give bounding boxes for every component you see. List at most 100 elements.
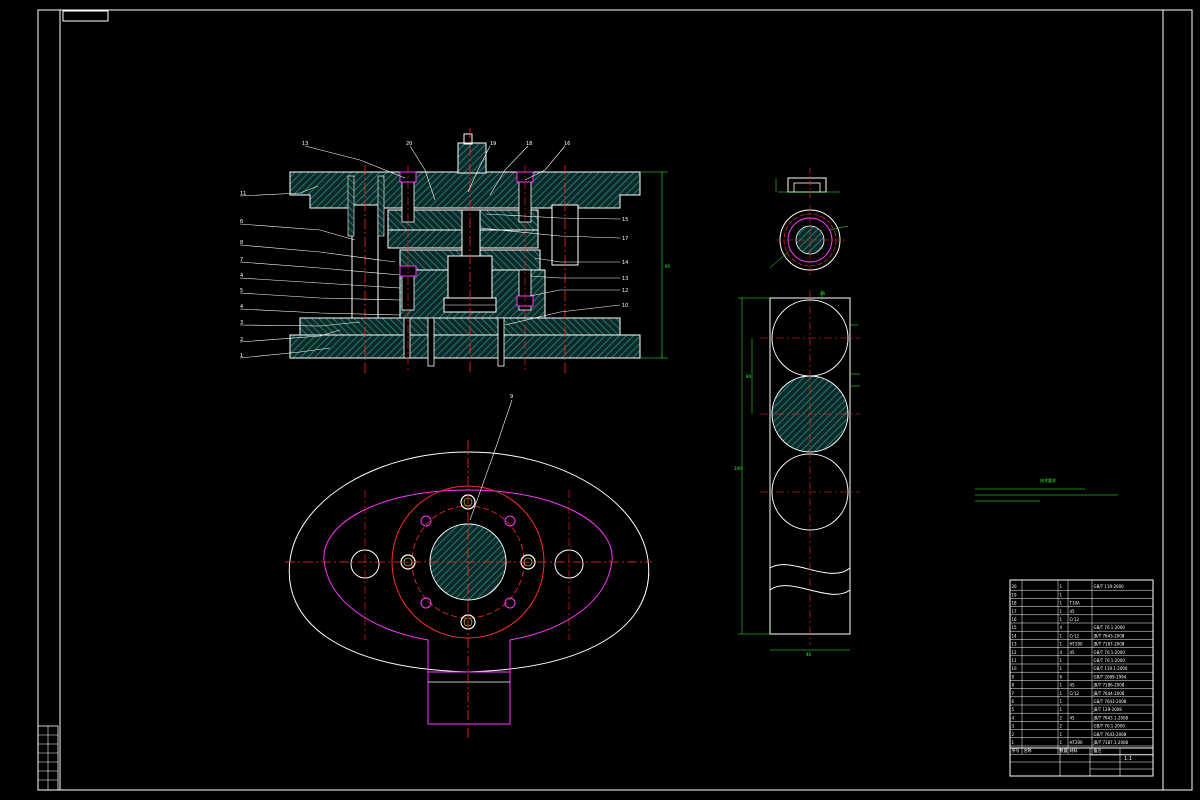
drawing-scale: 1:1 [1124, 756, 1132, 762]
bom-cell: 6 [1060, 674, 1063, 679]
leader-number: 20 [406, 141, 412, 147]
bom-cell: 45 [1070, 650, 1076, 655]
bom-cell: 1 [1060, 584, 1063, 589]
bom-cell: 19 [1012, 592, 1018, 597]
bom-cell: 18 [1012, 601, 1018, 606]
bom-cell: 11 [1012, 658, 1018, 663]
height-dimension: 95 [665, 264, 671, 269]
leader-number: 15 [622, 217, 628, 223]
leader-numbers-top: 13 20 19 18 16 [302, 141, 570, 147]
leader-number: 10 [622, 303, 628, 309]
plan-leader-number: 9 [510, 394, 513, 400]
bom-cell: 16 [1012, 617, 1018, 622]
bom-cell: 45 [1070, 609, 1076, 614]
cad-drawing-canvas[interactable]: 95 11 6 8 7 4 5 4 3 2 1 13 20 19 18 16 1… [0, 0, 1200, 800]
leader-number: 14 [622, 260, 628, 266]
plan-view[interactable]: 9 [285, 394, 652, 740]
bom-cell: JB/T 7187-2008 [1093, 642, 1125, 647]
bom-cell: 10 [1012, 666, 1018, 671]
bom-cell: JB/T 129-2008 [1093, 707, 1123, 712]
bom-cell: 2 [1012, 732, 1015, 737]
leader-number: 12 [622, 288, 628, 294]
bom-cell: 15 [1012, 625, 1018, 630]
leader-number: 13 [622, 276, 628, 282]
bom-cell: 3 [1012, 724, 1015, 729]
leader-number: 16 [564, 141, 570, 147]
bom-cell: 12 [1012, 650, 1018, 655]
sheet-frame [37, 9, 1193, 791]
bom-cell: 1 [1060, 683, 1063, 688]
bom-cell: HT200 [1070, 740, 1084, 745]
bom-cell: 6 [1012, 699, 1015, 704]
bom-cell: 1 [1060, 732, 1063, 737]
bom-cell: 1 [1060, 609, 1063, 614]
bom-cell: 2 [1060, 724, 1063, 729]
bom-cell: 5 [1012, 707, 1015, 712]
strip-layout-view[interactable]: 46 84 100 40 [734, 290, 860, 657]
bom-cell: Cr12 [1070, 691, 1080, 696]
section-view[interactable]: 95 11 6 8 7 4 5 4 3 2 1 13 20 19 18 16 1… [239, 128, 671, 375]
bom-cell: 7 [1012, 691, 1015, 696]
bom-cell: JB/T 7643.1-2008 [1093, 715, 1129, 720]
bom-cell: GB/T 7643-2008 [1094, 732, 1127, 737]
leader-number: 4 [240, 304, 243, 310]
bom-cell: 1 [1060, 740, 1063, 745]
leader-number: 6 [240, 219, 243, 225]
strip-dim-top: 46 [820, 291, 826, 296]
leader-number: 7 [240, 257, 243, 263]
bom-cell: GB/T 119-2000 [1094, 584, 1125, 589]
bom-cell: 2 [1060, 715, 1063, 720]
bom-cell: 20 [1012, 584, 1018, 589]
bom-cell: JB/T 7187.1-2008 [1093, 740, 1129, 745]
bom-cell: 1 [1060, 601, 1063, 606]
leader-numbers-left: 11 6 8 7 4 5 4 3 2 1 [240, 191, 246, 359]
bom-cell: 1 [1012, 740, 1015, 745]
bom-cell: JB/T 7186-2008 [1093, 683, 1125, 688]
bom-cell: 1 [1060, 666, 1063, 671]
strip-dim-pitch: 84 [746, 374, 752, 379]
bom-cell: GB/T 70.1-2000 [1094, 650, 1126, 655]
bom-cell: Cr12 [1070, 617, 1080, 622]
leader-number: 8 [240, 240, 243, 246]
bom-cell: 1 [1060, 642, 1063, 647]
bom-cell: 45 [1070, 683, 1076, 688]
bom-cell: 4 [1060, 650, 1063, 655]
bom-cell: 1 [1060, 699, 1063, 704]
bom-cell: 8 [1012, 683, 1015, 688]
leader-number: 18 [526, 141, 532, 147]
bom-cell: 1 [1060, 658, 1063, 663]
bill-of-materials: 20 1 GB/T 119-200019 118 1 T10A17 1 4516 1 Cr1215… [1009, 579, 1154, 777]
bom-cell: 1 [1060, 691, 1063, 696]
leader-number: 5 [240, 288, 243, 294]
technical-requirements: 技术要求 [975, 477, 1118, 502]
leader-number: 4 [240, 273, 243, 279]
bom-cell: GB/T 119.1-2000 [1094, 666, 1128, 671]
leader-number: 3 [240, 320, 243, 326]
leader-number: 17 [622, 236, 628, 242]
bom-cell: GB/T 7643-2008 [1094, 699, 1127, 704]
leader-number: 2 [240, 337, 243, 343]
tech-notes-title: 技术要求 [1040, 477, 1056, 483]
bom-cell: 4 [1012, 715, 1015, 720]
bom-cell: 1 [1060, 592, 1063, 597]
bom-cell: GB/T 70.1-2000 [1094, 724, 1126, 729]
bom-cell: 13 [1012, 642, 1018, 647]
bom-cell: Cr12 [1070, 633, 1080, 638]
bom-cell: 9 [1012, 674, 1015, 679]
leader-number: 19 [490, 141, 496, 147]
part-detail-views[interactable] [769, 168, 849, 275]
leader-numbers-right: 15 17 14 13 12 10 [622, 217, 628, 309]
bom-cell: 1 [1060, 707, 1063, 712]
strip-dim-width: 40 [806, 652, 812, 657]
bom-cell: JB/T 7644-2008 [1093, 691, 1125, 696]
bom-cell: JB/T 7643-2008 [1093, 633, 1125, 638]
leader-number: 11 [240, 191, 246, 197]
strip-dim-length: 100 [734, 466, 742, 471]
bom-cell: 45 [1070, 715, 1076, 720]
bom-cell: 4 [1060, 625, 1063, 630]
bom-cell: GB/T 70.1-2000 [1094, 658, 1126, 663]
bom-cell: GB/T 70.1-2000 [1094, 625, 1126, 630]
bom-cell: 17 [1012, 609, 1018, 614]
bom-cell: 1 [1060, 617, 1063, 622]
bom-cell: GB/T 2089-1994 [1094, 674, 1127, 679]
